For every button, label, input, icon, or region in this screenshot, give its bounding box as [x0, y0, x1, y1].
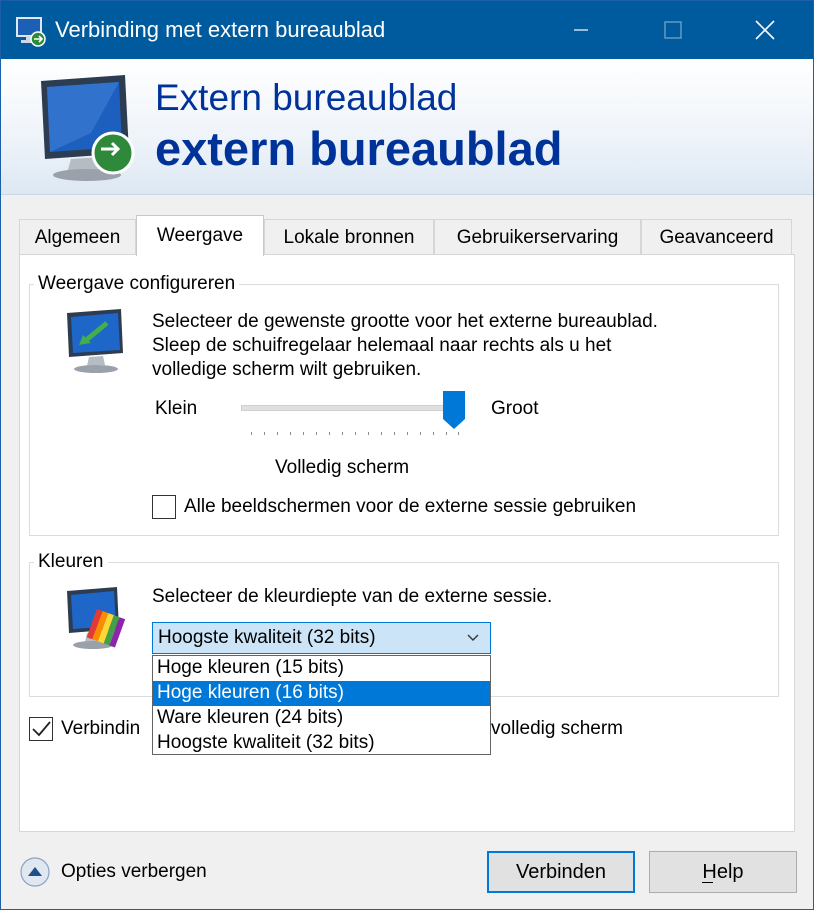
close-icon: [755, 20, 775, 40]
color-depth-select[interactable]: Hoogste kwaliteit (32 bits): [152, 622, 491, 654]
help-label-text: Help: [702, 860, 744, 883]
slider-max-label: Groot: [491, 398, 539, 419]
display-settings-icon: [67, 309, 123, 373]
connection-bar-label-end: volledig scherm: [491, 718, 623, 739]
color-option-highlighted[interactable]: Hoge kleuren (16 bits): [153, 681, 490, 706]
color-depth-dropdown[interactable]: Hoge kleuren (15 bits) Hoge kleuren (16 …: [152, 655, 491, 755]
connection-bar-label-start: Verbindin: [61, 718, 141, 739]
help-button-label: Help: [702, 860, 744, 884]
banner: Extern bureaublad extern bureaublad: [1, 59, 813, 195]
connect-button-label: Verbinden: [515, 860, 607, 883]
connect-button[interactable]: Verbinden: [487, 851, 635, 893]
size-value-label: Volledig scherm: [275, 457, 410, 478]
display-description-line3: volledige scherm wilt gebruiken.: [152, 359, 422, 380]
slider-ticks: [251, 432, 459, 435]
help-button[interactable]: Help: [649, 851, 797, 893]
remote-desktop-monitor-icon: [41, 75, 135, 181]
all-monitors-checkbox[interactable]: [152, 495, 176, 519]
banner-title: Extern bureaublad: [155, 77, 458, 118]
maximize-button[interactable]: [627, 1, 719, 59]
minimize-icon: [574, 29, 588, 31]
tab-gebruikerservaring[interactable]: Gebruikerservaring: [434, 219, 641, 255]
color-option[interactable]: Ware kleuren (24 bits): [153, 706, 490, 731]
collapse-options-icon[interactable]: [19, 856, 51, 888]
close-button[interactable]: [719, 1, 811, 59]
title-bar[interactable]: Verbinding met extern bureaublad: [1, 1, 813, 59]
rdp-window: Verbinding met extern bureaublad Extern …: [0, 0, 814, 910]
tab-weergave[interactable]: Weergave: [136, 215, 264, 256]
banner-subtitle: extern bureaublad: [155, 122, 563, 175]
size-slider-thumb[interactable]: [443, 391, 465, 429]
connection-bar-checkbox[interactable]: [29, 717, 53, 741]
remote-desktop-app-icon: [16, 17, 46, 47]
accesskey-underline: [702, 881, 714, 883]
checkmark-icon: [32, 721, 51, 737]
minimize-button[interactable]: [535, 1, 627, 59]
size-slider-track[interactable]: [241, 405, 463, 411]
slider-min-label: Klein: [155, 398, 198, 419]
color-option[interactable]: Hoogste kwaliteit (32 bits): [153, 731, 490, 756]
window-title: Verbinding met extern bureaublad: [55, 17, 386, 42]
tab-strip: Algemeen Weergave Lokale bronnen Gebruik…: [19, 215, 799, 256]
tab-algemeen[interactable]: Algemeen: [19, 219, 136, 255]
color-depth-selected-value: Hoogste kwaliteit (32 bits): [158, 627, 376, 648]
color-option[interactable]: Hoge kleuren (15 bits): [153, 656, 490, 681]
maximize-icon: [664, 21, 682, 39]
display-config-title: Weergave configureren: [34, 273, 240, 295]
colors-title: Kleuren: [34, 551, 108, 573]
all-monitors-label: Alle beeldschermen voor de externe sessi…: [184, 496, 637, 517]
display-description-line1: Selecteer de gewenste grootte voor het e…: [152, 311, 658, 332]
tab-lokale-bronnen[interactable]: Lokale bronnen: [264, 219, 434, 255]
color-palette-icon: [67, 587, 126, 649]
chevron-down-icon: [467, 634, 479, 641]
tab-geavanceerd[interactable]: Geavanceerd: [641, 219, 792, 255]
display-description-line2: Sleep de schuifregelaar helemaal naar re…: [152, 335, 612, 356]
options-toggle-label[interactable]: Opties verbergen: [61, 861, 207, 883]
colors-description: Selecteer de kleurdiepte van de externe …: [152, 586, 553, 607]
